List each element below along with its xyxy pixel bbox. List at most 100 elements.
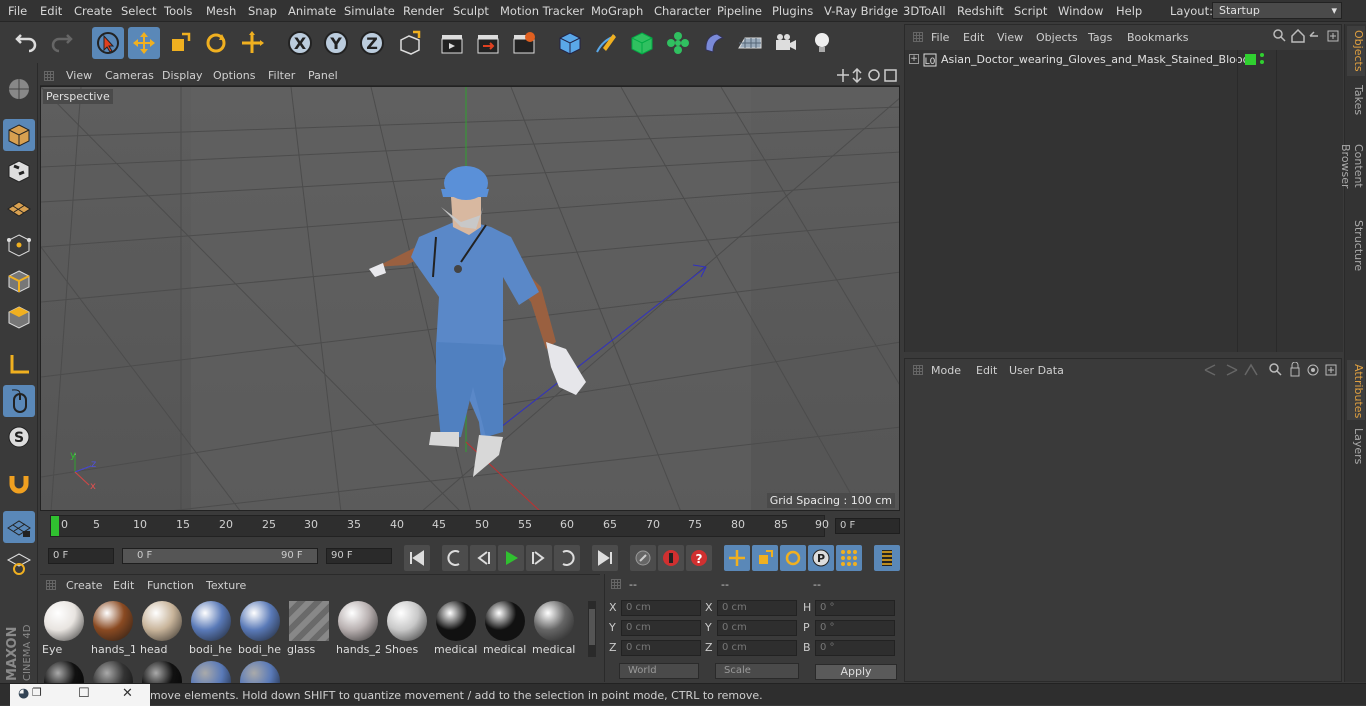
planar-workplane-button[interactable]: [3, 547, 35, 579]
viewport-menu-options[interactable]: Options: [213, 69, 255, 82]
axis-mode-button[interactable]: [3, 349, 35, 381]
attribute-toolbar-icons[interactable]: [1201, 362, 1341, 378]
material-swatch[interactable]: [189, 659, 233, 683]
menu-character[interactable]: Character: [654, 4, 711, 18]
tab-attributes[interactable]: Attributes: [1347, 360, 1365, 420]
key-scale-button[interactable]: [752, 545, 778, 571]
attribute-menu-edit[interactable]: Edit: [976, 364, 997, 377]
material-swatch[interactable]: [91, 659, 135, 683]
tab-structure[interactable]: Structure: [1347, 216, 1365, 272]
coord-value-field[interactable]: 0 °: [815, 600, 895, 616]
cube-primitive-button[interactable]: [554, 27, 586, 59]
live-selection-button[interactable]: [92, 27, 124, 59]
menu-vray-bridge[interactable]: V-Ray Bridge: [824, 4, 898, 18]
menu-create[interactable]: Create: [74, 4, 112, 18]
material-swatch[interactable]: Shoes: [385, 599, 429, 657]
material-swatch[interactable]: Eye: [42, 599, 86, 657]
texture-mode-button[interactable]: [3, 155, 35, 187]
workplane-lock-button[interactable]: [3, 511, 35, 543]
layout-select[interactable]: Startup: [1212, 2, 1342, 19]
model-mode-button[interactable]: [3, 119, 35, 151]
object-menu-tags[interactable]: Tags: [1088, 31, 1112, 44]
menu-edit[interactable]: Edit: [40, 4, 62, 18]
object-row[interactable]: + L0 Asian_Doctor_wearing_Gloves_and_Mas…: [905, 50, 1343, 70]
menu-file[interactable]: File: [8, 4, 27, 18]
coord-value-field[interactable]: 0 cm: [717, 600, 797, 616]
light-button[interactable]: [806, 27, 838, 59]
y-axis-button[interactable]: Y: [320, 27, 352, 59]
key-rotation-button[interactable]: [780, 545, 806, 571]
go-to-start-button[interactable]: [404, 545, 430, 571]
menu-3dtoall[interactable]: 3DToAll: [903, 4, 946, 18]
apply-button[interactable]: Apply: [815, 664, 897, 680]
key-parameter-button[interactable]: P: [808, 545, 834, 571]
menu-window[interactable]: Window: [1058, 4, 1103, 18]
menu-simulate[interactable]: Simulate: [344, 4, 395, 18]
floor-button[interactable]: [734, 27, 766, 59]
key-pla-button[interactable]: [836, 545, 862, 571]
close-icon[interactable]: ✕: [122, 686, 133, 701]
object-menu-edit[interactable]: Edit: [963, 31, 984, 44]
expand-toggle-icon[interactable]: +: [909, 54, 919, 64]
object-menu-bookmarks[interactable]: Bookmarks: [1127, 31, 1188, 44]
coord-value-field[interactable]: 0 cm: [621, 600, 701, 616]
next-key-button[interactable]: [554, 545, 580, 571]
material-scrollbar[interactable]: [588, 601, 596, 657]
coord-value-field[interactable]: 0 cm: [717, 620, 797, 636]
menu-redshift[interactable]: Redshift: [957, 4, 1004, 18]
scale-tool-button[interactable]: [164, 27, 196, 59]
coord-space-dropdown[interactable]: World: [619, 663, 699, 679]
snap-button[interactable]: [3, 467, 35, 499]
viewport-nav-icons[interactable]: [836, 68, 900, 83]
material-swatch[interactable]: medical: [532, 599, 576, 657]
menu-mograph[interactable]: MoGraph: [591, 4, 643, 18]
transform-tool-button[interactable]: [236, 27, 268, 59]
coord-value-field[interactable]: 0 cm: [717, 640, 797, 656]
menu-sculpt[interactable]: Sculpt: [453, 4, 489, 18]
points-mode-button[interactable]: [3, 229, 35, 261]
next-frame-button[interactable]: [526, 545, 552, 571]
rotate-tool-button[interactable]: [200, 27, 232, 59]
material-swatch[interactable]: [238, 659, 282, 683]
menu-mesh[interactable]: Mesh: [206, 4, 236, 18]
keyframe-selection-button[interactable]: ?: [686, 545, 712, 571]
render-view-button[interactable]: [436, 27, 468, 59]
maximize-icon[interactable]: ☐: [78, 686, 90, 701]
material-menu-function[interactable]: Function: [147, 579, 194, 592]
object-menu-file[interactable]: File: [931, 31, 949, 44]
end-frame-field[interactable]: 90 F: [326, 548, 392, 564]
viewport-menu-view[interactable]: View: [66, 69, 92, 82]
coord-mode-dropdown[interactable]: Scale: [715, 663, 799, 679]
timeline-ruler[interactable]: 0 5 10 15 20 25 30 35 40 45 50 55 60 65 …: [50, 515, 829, 537]
z-axis-button[interactable]: Z: [356, 27, 388, 59]
play-button[interactable]: [498, 545, 524, 571]
tab-content-browser[interactable]: Content Browser: [1339, 122, 1365, 210]
polygons-mode-button[interactable]: [3, 301, 35, 333]
timeline-window-button[interactable]: [874, 545, 900, 571]
attribute-menu-mode[interactable]: Mode: [931, 364, 961, 377]
material-swatch[interactable]: [42, 659, 86, 683]
subdivision-surface-button[interactable]: [626, 27, 658, 59]
material-swatch[interactable]: medical: [483, 599, 527, 657]
menu-help[interactable]: Help: [1116, 4, 1142, 18]
coord-value-field[interactable]: 0 °: [815, 620, 895, 636]
make-editable-button[interactable]: [3, 73, 35, 105]
viewport-menu-display[interactable]: Display: [162, 69, 203, 82]
material-swatch[interactable]: bodi_he: [238, 599, 282, 657]
material-swatch[interactable]: [140, 659, 184, 683]
workplane-mode-button[interactable]: [3, 191, 35, 223]
object-menu-view[interactable]: View: [997, 31, 1023, 44]
menu-render[interactable]: Render: [403, 4, 444, 18]
viewport-menu-filter[interactable]: Filter: [268, 69, 295, 82]
previous-frame-button[interactable]: [470, 545, 496, 571]
material-swatch[interactable]: bodi_he: [189, 599, 233, 657]
pen-spline-button[interactable]: [590, 27, 622, 59]
material-menu-edit[interactable]: Edit: [113, 579, 134, 592]
material-swatch[interactable]: glass: [287, 599, 331, 657]
tab-takes[interactable]: Takes: [1347, 80, 1365, 120]
menu-motion-tracker[interactable]: Motion Tracker: [500, 4, 584, 18]
menu-plugins[interactable]: Plugins: [772, 4, 813, 18]
frame-range-slider[interactable]: 0 F 90 F: [122, 548, 318, 564]
camera-button[interactable]: [770, 27, 802, 59]
material-menu-create[interactable]: Create: [66, 579, 103, 592]
